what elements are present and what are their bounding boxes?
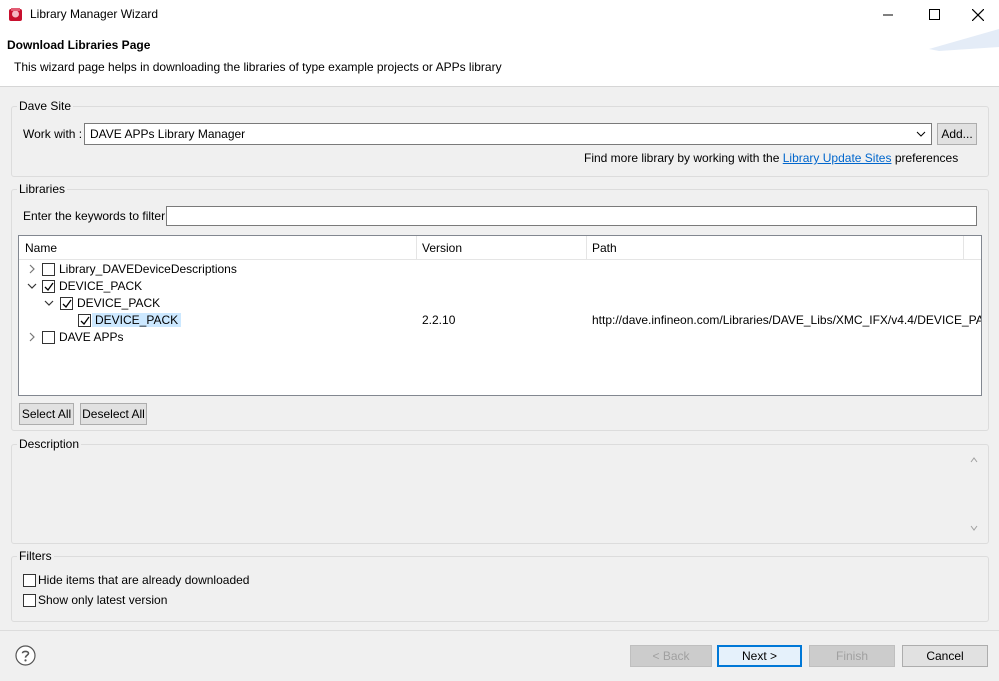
- row-name: DEVICE_PACK: [59, 279, 143, 293]
- deselect-all-button[interactable]: Deselect All: [80, 403, 147, 425]
- tree-row[interactable]: DEVICE_PACK: [19, 278, 981, 295]
- chevron-down-icon: [916, 131, 926, 137]
- window-title: Library Manager Wizard: [30, 7, 159, 21]
- tree-row[interactable]: DAVE APPs: [19, 329, 981, 346]
- minimize-button[interactable]: [865, 0, 911, 29]
- filters-group: [11, 556, 989, 622]
- tree-header: Name Version Path: [19, 236, 981, 260]
- close-icon: [972, 8, 984, 21]
- dave-site-group-label: Dave Site: [17, 99, 74, 113]
- chevron-right-icon[interactable]: [27, 264, 37, 274]
- work-with-value: DAVE APPs Library Manager: [90, 127, 246, 141]
- cancel-button[interactable]: Cancel: [902, 645, 988, 667]
- row-checkbox[interactable]: [42, 263, 55, 276]
- row-name: DEVICE_PACK: [77, 296, 161, 310]
- row-path: http://dave.infineon.com/Libraries/DAVE_…: [592, 313, 982, 327]
- column-divider[interactable]: [416, 236, 417, 260]
- latest-only-label[interactable]: Show only latest version: [38, 593, 167, 607]
- help-icon[interactable]: [15, 645, 36, 666]
- maximize-button[interactable]: [911, 0, 957, 29]
- minimize-icon: [883, 14, 893, 15]
- library-update-sites-link[interactable]: Library Update Sites: [783, 151, 892, 165]
- chevron-down-icon[interactable]: [44, 298, 54, 308]
- filter-label: Enter the keywords to filter :: [23, 209, 172, 223]
- row-checkbox[interactable]: [60, 297, 73, 310]
- row-name: DAVE APPs: [59, 330, 124, 344]
- find-more-text: Find more library by working with the Li…: [584, 151, 958, 165]
- back-button[interactable]: < Back: [630, 645, 712, 667]
- chevron-down-icon[interactable]: [27, 281, 37, 291]
- dave-app-icon: [9, 8, 22, 21]
- column-header-path[interactable]: Path: [592, 241, 617, 255]
- filters-group-label: Filters: [17, 549, 54, 563]
- next-button[interactable]: Next >: [717, 645, 802, 667]
- column-header-version[interactable]: Version: [422, 241, 462, 255]
- banner-decoration: [929, 29, 999, 51]
- row-name: DEVICE_PACK: [92, 313, 182, 327]
- hide-downloaded-label[interactable]: Hide items that are already downloaded: [38, 573, 249, 587]
- maximize-icon: [928, 9, 940, 20]
- tree-row[interactable]: Library_DAVEDeviceDescriptions: [19, 261, 981, 278]
- tree-row-selected[interactable]: DEVICE_PACK 2.2.10 http://dave.infineon.…: [19, 312, 981, 329]
- title-bar: Library Manager Wizard: [0, 0, 999, 29]
- row-checkbox[interactable]: [42, 280, 55, 293]
- close-button[interactable]: [955, 0, 999, 29]
- row-checkbox[interactable]: [78, 314, 91, 327]
- find-more-suffix: preferences: [891, 151, 959, 165]
- filter-input[interactable]: [166, 206, 977, 226]
- checkmark-icon: [62, 299, 72, 309]
- checkmark-icon: [80, 316, 90, 326]
- find-more-prefix: Find more library by working with the: [584, 151, 783, 165]
- row-name: Library_DAVEDeviceDescriptions: [59, 262, 237, 276]
- work-with-label: Work with :: [23, 127, 83, 141]
- description-scrollbar[interactable]: [966, 453, 982, 537]
- latest-only-checkbox[interactable]: [23, 594, 36, 607]
- chevron-right-icon[interactable]: [27, 332, 37, 342]
- finish-button[interactable]: Finish: [809, 645, 895, 667]
- description-group: [11, 444, 989, 544]
- scroll-up-icon[interactable]: [970, 457, 978, 463]
- column-divider[interactable]: [586, 236, 587, 260]
- add-site-button[interactable]: Add...: [937, 123, 977, 145]
- wizard-banner: Download Libraries Page This wizard page…: [0, 29, 999, 87]
- tree-row[interactable]: DEVICE_PACK: [19, 295, 981, 312]
- select-all-button[interactable]: Select All: [19, 403, 74, 425]
- column-divider[interactable]: [963, 236, 964, 260]
- page-description: This wizard page helps in downloading th…: [14, 60, 502, 74]
- libraries-group-label: Libraries: [17, 182, 68, 196]
- hide-downloaded-checkbox[interactable]: [23, 574, 36, 587]
- column-header-name[interactable]: Name: [25, 241, 57, 255]
- work-with-combo[interactable]: DAVE APPs Library Manager: [84, 123, 932, 145]
- libraries-tree[interactable]: Name Version Path Library_DAVEDeviceDesc…: [18, 235, 982, 396]
- row-version: 2.2.10: [422, 313, 456, 327]
- footer-divider: [0, 630, 999, 631]
- page-title: Download Libraries Page: [7, 38, 151, 52]
- checkmark-icon: [44, 282, 54, 292]
- scroll-down-icon[interactable]: [970, 525, 978, 531]
- row-checkbox[interactable]: [42, 331, 55, 344]
- description-group-label: Description: [17, 437, 82, 451]
